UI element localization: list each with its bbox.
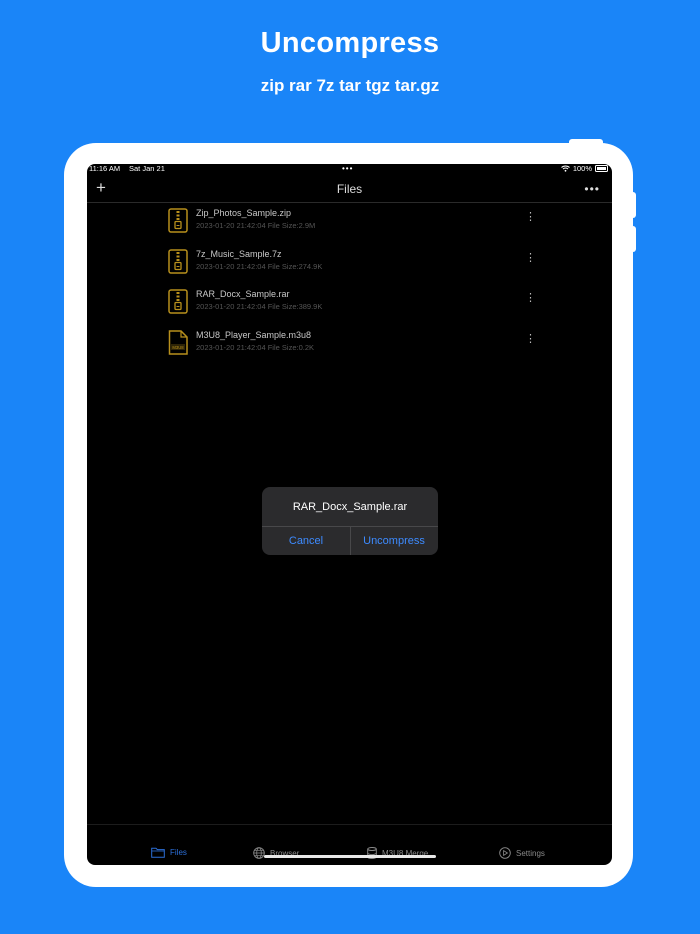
folder-icon bbox=[151, 847, 165, 858]
row-menu-icon[interactable]: ⋮ bbox=[525, 332, 536, 346]
file-meta: 2023-01-20 21:42:04 File Size:274.9K bbox=[196, 261, 323, 271]
wifi-icon bbox=[560, 165, 570, 172]
zip-archive-icon bbox=[168, 289, 188, 314]
file-meta: 2023-01-20 21:42:04 File Size:2.9M bbox=[196, 221, 316, 230]
file-name: M3U8_Player_Sample.m3u8 bbox=[196, 329, 312, 340]
file-name: Zip_Photos_Sample.zip bbox=[196, 208, 292, 218]
row-menu-icon[interactable]: ⋮ bbox=[525, 251, 536, 265]
tab-bar: Files Browser M3U8 Merge Settings bbox=[87, 824, 612, 865]
status-date: Sat Jan 21 bbox=[129, 164, 165, 173]
tablet-volume-up-button bbox=[631, 192, 636, 218]
list-item[interactable]: M3U8 M3U8_Player_Sample.m3u8 2023-01-20 … bbox=[87, 326, 612, 367]
row-menu-icon[interactable]: ⋮ bbox=[525, 291, 536, 305]
zip-archive-icon bbox=[168, 208, 188, 233]
battery-percent: 100% bbox=[572, 164, 592, 173]
tab-settings[interactable]: Settings bbox=[499, 847, 545, 859]
file-list: Zip_Photos_Sample.zip 2023-01-20 21:42:0… bbox=[87, 204, 612, 366]
multitasking-dots[interactable]: ••• bbox=[342, 164, 353, 173]
app-screen: 11:16 AM Sat Jan 21 ••• 100% + Files ••• bbox=[87, 164, 612, 865]
uncompress-button[interactable]: Uncompress bbox=[350, 535, 438, 547]
alert-title: RAR_Docx_Sample.rar bbox=[292, 501, 408, 513]
cancel-button[interactable]: Cancel bbox=[262, 535, 350, 547]
battery-icon bbox=[595, 165, 608, 172]
tab-files-label: Files bbox=[170, 848, 187, 857]
file-meta: 2023-01-20 21:42:04 File Size:389.9K bbox=[196, 302, 323, 311]
list-item[interactable]: 7z_Music_Sample.7z 2023-01-20 21:42:04 F… bbox=[87, 245, 612, 286]
row-menu-icon[interactable]: ⋮ bbox=[525, 210, 536, 224]
zip-archive-icon bbox=[168, 248, 188, 274]
list-item[interactable]: Zip_Photos_Sample.zip 2023-01-20 21:42:0… bbox=[87, 204, 612, 245]
promo-subline: zip rar 7z tar tgz tar.gz bbox=[260, 76, 440, 95]
play-circle-icon bbox=[499, 847, 511, 859]
file-meta: 2023-01-20 21:42:04 File Size:0.2K bbox=[196, 342, 314, 352]
status-bar: 11:16 AM Sat Jan 21 ••• 100% bbox=[87, 164, 612, 178]
m3u8-file-icon: M3U8 bbox=[168, 329, 188, 355]
home-indicator[interactable] bbox=[264, 855, 436, 858]
list-item[interactable]: RAR_Docx_Sample.rar 2023-01-20 21:42:04 … bbox=[87, 285, 612, 326]
tablet-volume-down-button bbox=[631, 226, 636, 252]
status-time: 11:16 AM bbox=[89, 164, 121, 173]
nav-bar: + Files ••• bbox=[87, 178, 612, 203]
tab-files[interactable]: Files bbox=[151, 847, 187, 858]
m3u8-icon-label: M3U8 bbox=[172, 345, 184, 350]
tablet-top-button bbox=[569, 139, 603, 145]
file-name: RAR_Docx_Sample.rar bbox=[196, 289, 290, 299]
more-options-icon[interactable]: ••• bbox=[584, 178, 600, 200]
page-title: Files bbox=[336, 182, 363, 196]
promo-headline: Uncompress bbox=[260, 27, 440, 59]
status-right: 100% bbox=[560, 164, 608, 173]
file-name: 7z_Music_Sample.7z bbox=[196, 248, 282, 259]
uncompress-alert: RAR_Docx_Sample.rar Cancel Uncompress bbox=[262, 487, 438, 555]
tab-settings-label: Settings bbox=[516, 848, 545, 858]
